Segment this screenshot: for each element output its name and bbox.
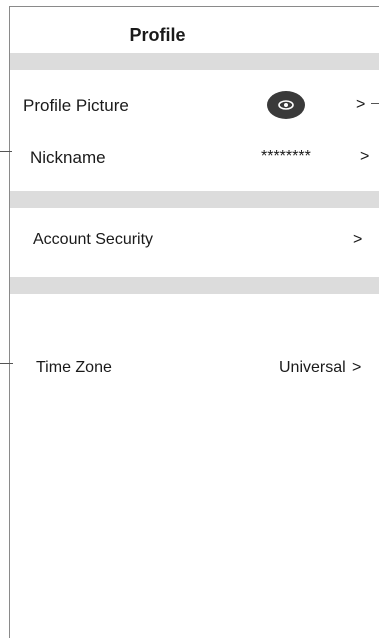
avatar[interactable] xyxy=(267,91,305,119)
section-divider xyxy=(10,277,379,294)
callout-line xyxy=(0,363,13,365)
nickname-label: Nickname xyxy=(30,148,106,167)
chevron-right-icon: > xyxy=(352,359,362,376)
chevron-right-icon: > xyxy=(356,96,366,113)
profile-picture-label: Profile Picture xyxy=(23,96,129,115)
time-zone-label: Time Zone xyxy=(36,359,112,376)
account-security-label: Account Security xyxy=(33,231,154,248)
section-divider xyxy=(10,191,379,208)
chevron-right-icon: > xyxy=(353,231,363,248)
time-zone-value: Universal xyxy=(279,359,346,376)
phone-screen: Profile Profile Picture > Nickname *****… xyxy=(9,6,379,638)
callout-line xyxy=(371,103,379,105)
section-divider xyxy=(10,53,379,70)
callout-line xyxy=(0,151,12,153)
page-title: Profile xyxy=(129,25,186,45)
chevron-right-icon: > xyxy=(360,148,370,165)
eye-icon xyxy=(278,100,294,110)
nickname-value: ******** xyxy=(261,148,311,165)
